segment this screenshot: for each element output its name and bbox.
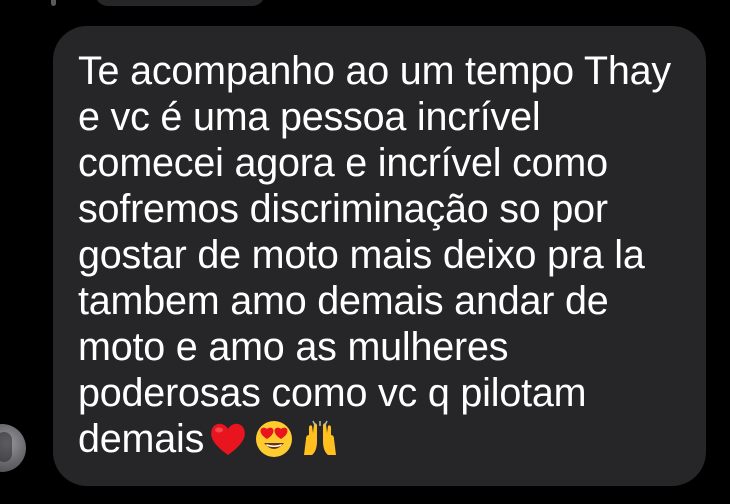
message-line: moto e amo as mulheres (78, 325, 509, 369)
scroll-marker (51, 0, 56, 6)
message-line: sofremos discriminação so por (78, 187, 608, 231)
emoji-row (208, 416, 346, 462)
message-line: demais (78, 417, 205, 461)
message-line: e vc é uma pessoa incrível (78, 95, 541, 139)
message-text: Te acompanho ao um tempo Thay e vc é uma… (78, 48, 698, 462)
message-line: tambem amo demais andar de (78, 279, 609, 323)
message-line: gostar de moto mais deixo pra la (78, 233, 645, 277)
message-line: poderosas como vc q pilotam (78, 371, 587, 415)
raising-hands-emoji (304, 420, 337, 455)
red-heart-emoji (211, 423, 245, 455)
sender-avatar[interactable] (0, 424, 26, 472)
heart-eyes-emoji (256, 421, 293, 457)
previous-message-bubble-edge (95, 0, 265, 6)
message-line: Te acompanho ao um tempo Thay (78, 49, 671, 93)
message-line: comecei agora e incrível como (78, 141, 608, 185)
